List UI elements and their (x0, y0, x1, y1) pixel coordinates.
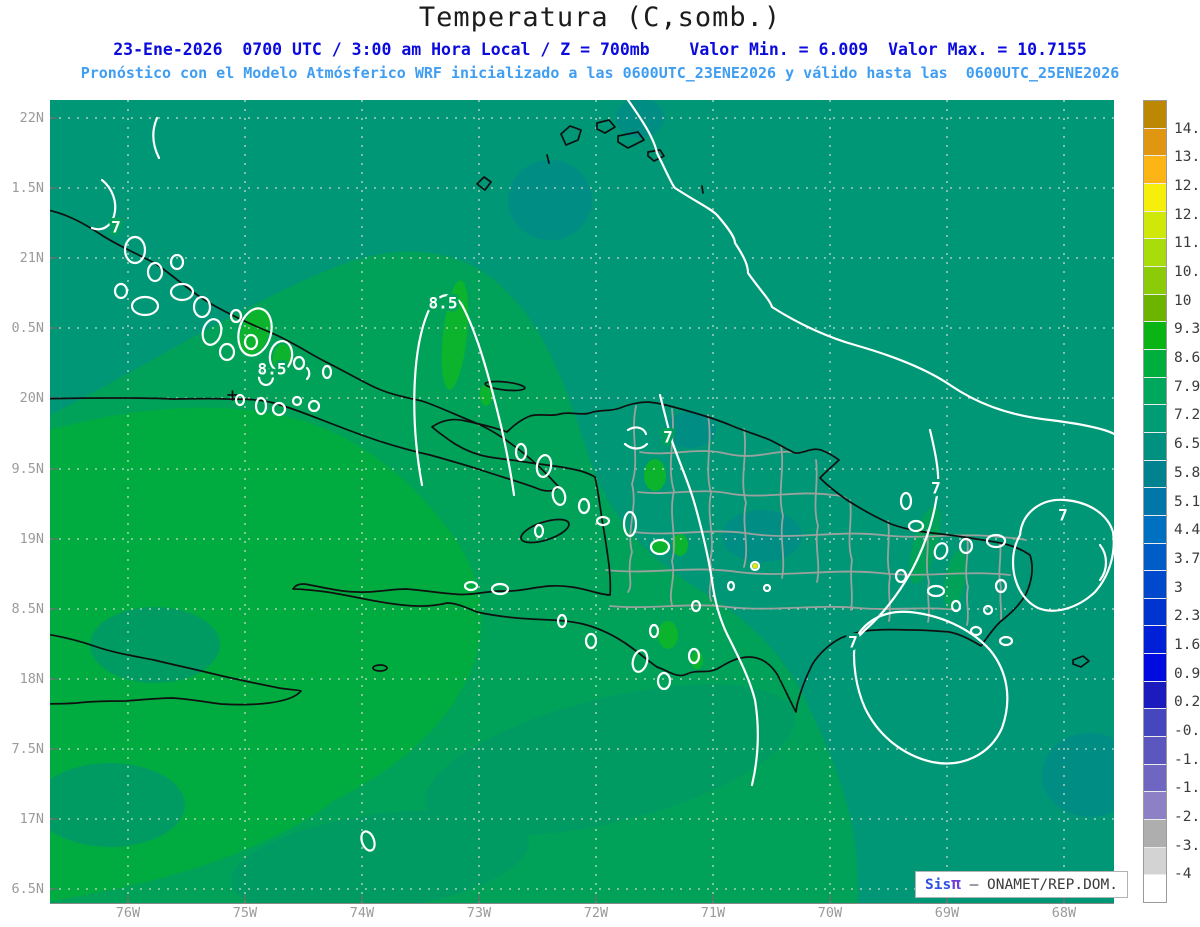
colorbar-cell (1144, 792, 1166, 821)
colorbar-cell (1144, 101, 1166, 129)
colorbar-label: -3.3 (1174, 837, 1200, 854)
colorbar-cell (1144, 626, 1166, 655)
colorbar-label: 10 (1174, 292, 1192, 309)
colorbar-cell (1144, 432, 1166, 461)
colorbar-cell (1144, 239, 1166, 267)
colorbar-label: 12.1 (1174, 206, 1200, 223)
temperature-shading (50, 100, 1114, 903)
colorbar-label: 5.8 (1174, 464, 1200, 481)
colorbar-label: 0.2 (1174, 694, 1200, 711)
contour-label: 8.5 (429, 294, 458, 313)
colorbar-cell (1144, 875, 1166, 903)
colorbar-cell (1144, 571, 1166, 599)
watermark-pi-icon: π (951, 874, 961, 893)
lat-label: 0.5N (11, 320, 44, 336)
lat-label: 8.5N (11, 601, 44, 617)
colorbar-label: 14.2 (1174, 120, 1200, 137)
colorbar-cell (1144, 654, 1166, 682)
colorbar-cell (1144, 211, 1166, 240)
lat-label: 18N (19, 671, 44, 687)
colorbar-cell (1144, 156, 1166, 184)
colorbar-label: 3.7 (1174, 550, 1200, 567)
colorbar-cell (1144, 737, 1166, 765)
lat-label: 1.5N (11, 180, 44, 196)
colorbar-cell (1144, 681, 1166, 710)
colorbar-label: 0.9 (1174, 665, 1200, 682)
lon-label: 73W (466, 905, 492, 921)
watermark-box: Sisπ – ONAMET/REP.DOM. (915, 871, 1128, 898)
colorbar-label: -0.5 (1174, 722, 1200, 739)
colorbar-label: 12.8 (1174, 178, 1200, 195)
lat-label: 6.5N (11, 881, 44, 897)
lon-label: 76W (115, 905, 141, 921)
lon-label: 70W (817, 905, 843, 921)
lat-label: 22N (19, 110, 44, 126)
watermark-separator: – (960, 877, 988, 893)
colorbar-label: 13.5 (1174, 149, 1200, 166)
lat-label: 7.5N (11, 741, 44, 757)
colorbar-label: 7.2 (1174, 407, 1200, 424)
contour-label: 7 (1058, 506, 1068, 525)
contour-label: 7 (848, 633, 858, 652)
contour-label: 8.5 (258, 360, 287, 379)
colorbar-label: 11.4 (1174, 235, 1200, 252)
colorbar-cell (1144, 488, 1166, 516)
colorbar (1143, 100, 1167, 903)
colorbar-label: 8.6 (1174, 350, 1200, 367)
colorbar-cell (1144, 515, 1166, 544)
colorbar-label: 4.4 (1174, 522, 1200, 539)
colorbar-label: 1.6 (1174, 636, 1200, 653)
colorbar-cell (1144, 847, 1166, 876)
lon-label: 71W (700, 905, 726, 921)
lon-label: 75W (232, 905, 258, 921)
colorbar-cell (1144, 322, 1166, 350)
colorbar-label: 7.9 (1174, 378, 1200, 395)
contour-label: 7 (663, 428, 673, 447)
colorbar-cell (1144, 349, 1166, 378)
colorbar-label: 5.1 (1174, 493, 1200, 510)
lon-label: 68W (1051, 905, 1077, 921)
colorbar-cell (1144, 709, 1166, 738)
colorbar-cell (1144, 820, 1166, 848)
page-title: Temperatura (C,somb.) (418, 2, 782, 33)
colorbar-cell (1144, 183, 1166, 212)
colorbar-label: 6.5 (1174, 436, 1200, 453)
colorbar-label: -1.9 (1174, 780, 1200, 797)
hot-spot-speck (752, 563, 758, 569)
contour-label: 7 (931, 479, 941, 498)
lon-label: 72W (583, 905, 609, 921)
colorbar-cell (1144, 764, 1166, 793)
colorbar-cell (1144, 543, 1166, 572)
colorbar-cell (1144, 266, 1166, 295)
lat-label: 9.5N (11, 461, 44, 477)
map-canvas: 7 8.5 8.5 7 7 7 7 (50, 100, 1114, 904)
watermark-org: ONAMET/REP.DOM. (987, 877, 1118, 893)
lat-label: 20N (19, 390, 44, 406)
colorbar-cell (1144, 598, 1166, 627)
colorbar-cell (1144, 294, 1166, 323)
colorbar-label: -2.6 (1174, 808, 1200, 825)
colorbar-cell (1144, 128, 1166, 157)
colorbar-cell (1144, 405, 1166, 433)
weather-map-page: Temperatura (C,somb.) 23-Ene-2026 0700 U… (0, 0, 1200, 927)
lon-label: 69W (934, 905, 960, 921)
forecast-info-line: Pronóstico con el Modelo Atmósferico WRF… (80, 64, 1120, 82)
lon-label: 74W (349, 905, 375, 921)
valid-time-line: 23-Ene-2026 0700 UTC / 3:00 am Hora Loca… (113, 40, 1087, 59)
colorbar-label: 3 (1174, 579, 1183, 596)
colorbar-label: 10.7 (1174, 264, 1200, 281)
colorbar-label: 9.3 (1174, 321, 1200, 338)
colorbar-cell (1144, 377, 1166, 406)
colorbar-label: -1.2 (1174, 751, 1200, 768)
lat-label: 19N (19, 531, 44, 547)
colorbar-label: 2.3 (1174, 608, 1200, 625)
colorbar-label: -4 (1174, 866, 1192, 883)
lat-label: 17N (19, 811, 44, 827)
lat-label: 21N (19, 250, 44, 266)
watermark-sis: Sis (925, 877, 952, 893)
contour-label: 7 (111, 218, 121, 237)
colorbar-cell (1144, 460, 1166, 489)
